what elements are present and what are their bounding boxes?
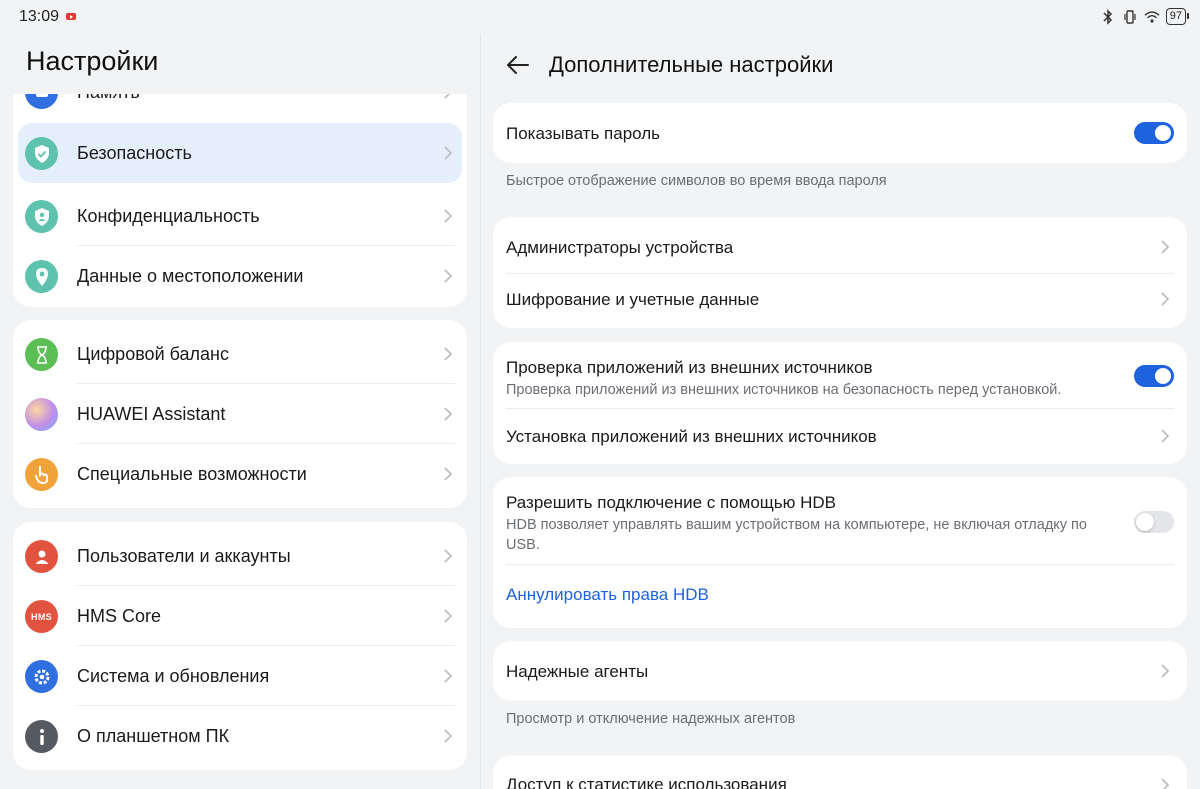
encryption-row[interactable]: Шифрование и учетные данные [493,273,1187,328]
sidebar-item-privacy[interactable]: Конфиденциальность [13,186,467,246]
sidebar-item-label: Специальные возможности [77,464,307,484]
external-sources-card: Проверка приложений из внешних источнико… [493,342,1187,464]
list-divider [506,564,1174,565]
sidebar-item-memory[interactable]: Память [13,94,467,122]
sidebar-item-label: Система и обновления [77,666,270,686]
settings-list[interactable]: Память Безопасность Конфиденциальность Д… [0,94,480,789]
shield-icon [25,137,58,170]
revoke-hdb-link[interactable]: Аннулировать права HDB [506,585,709,605]
trust-agents-row[interactable]: Надежные агенты [493,641,1187,701]
chevron-right-icon [444,729,453,743]
chevron-right-icon [444,269,453,283]
show-password-card: Показывать пароль [493,103,1187,163]
external-install-title: Установка приложений из внешних источник… [506,427,877,446]
device-admins-row[interactable]: Администраторы устройства [493,217,1187,273]
encryption-title: Шифрование и учетные данные [506,290,760,309]
trust-agents-title: Надежные агенты [506,662,649,681]
sidebar-item-label: Данные о местоположении [77,266,304,286]
sidebar-item-label: Конфиденциальность [77,206,260,226]
chevron-right-icon [444,94,451,99]
external-check-row[interactable]: Проверка приложений из внешних источнико… [493,342,1187,408]
hdb-card: Разрешить подключение с помощью HDB HDB … [493,477,1187,628]
back-arrow-icon[interactable] [505,52,531,78]
sidebar-item-digital-balance[interactable]: Цифровой баланс [13,324,467,384]
location-icon [25,260,58,293]
hdb-subtitle: HDB позволяет управлять вашим устройство… [506,517,1087,553]
trust-agents-caption: Просмотр и отключение надежных агентов [506,711,796,727]
settings-group-wellbeing: Цифровой баланс HUAWEI Assistant Специал… [13,320,467,508]
sidebar-item-accessibility[interactable]: Специальные возможности [13,444,467,504]
chevron-right-icon [444,146,453,160]
hms-badge-text: HMS [31,611,52,622]
youtube-notification-icon [66,13,76,20]
show-password-caption: Быстрое отображение символов во время вв… [506,173,887,189]
battery-indicator: 97 [1165,8,1190,25]
gear-icon [25,660,58,693]
external-check-title: Проверка приложений из внешних источнико… [506,358,873,377]
sidebar-item-location[interactable]: Данные о местоположении [13,246,467,306]
chevron-right-icon [444,407,453,421]
hourglass-icon [25,338,58,371]
chevron-right-icon [444,549,453,563]
trust-agents-card: Надежные агенты [493,641,1187,701]
external-check-subtitle: Проверка приложений из внешних источнико… [506,382,1062,398]
sidebar-item-label: HUAWEI Assistant [77,404,226,424]
memory-icon [25,94,58,109]
chevron-right-icon [444,347,453,361]
show-password-toggle[interactable] [1134,122,1174,144]
sidebar-item-huawei-assistant[interactable]: HUAWEI Assistant [13,384,467,444]
settings-group-system: Пользователи и аккаунты HMS HMS Core Сис… [13,522,467,770]
device-admins-title: Администраторы устройства [506,238,734,257]
status-icons: 97 [1100,8,1190,25]
sidebar-item-label: Память [77,94,140,103]
usage-access-title: Доступ к статистике использования [506,775,787,789]
sidebar-item-security[interactable]: Безопасность [18,123,462,183]
chevron-right-icon [444,669,453,683]
page-title: Дополнительные настройки [549,52,834,77]
chevron-right-icon [1161,429,1170,443]
usage-access-card: Доступ к статистике использования [493,755,1187,789]
user-icon [25,540,58,573]
info-icon [25,720,58,753]
sidebar-item-label: Цифровой баланс [77,344,229,364]
chevron-right-icon [444,209,453,223]
vibrate-icon [1122,9,1138,25]
device-security-card: Администраторы устройства Шифрование и у… [493,217,1187,328]
chevron-right-icon [444,467,453,481]
external-install-row[interactable]: Установка приложений из внешних источник… [493,408,1187,464]
chevron-right-icon [1161,240,1170,254]
bluetooth-icon [1100,8,1116,25]
hdb-toggle[interactable] [1134,511,1174,533]
chevron-right-icon [1161,292,1170,306]
sidebar-item-users[interactable]: Пользователи и аккаунты [13,526,467,586]
sidebar-item-label: Безопасность [77,143,192,163]
sidebar-item-about-tablet[interactable]: О планшетном ПК [13,706,467,766]
sidebar-item-label: HMS Core [77,606,162,626]
show-password-title: Показывать пароль [506,124,661,143]
sidebar-item-label: Пользователи и аккаунты [77,546,291,566]
settings-title: Настройки [26,46,159,76]
hms-icon: HMS [25,600,58,633]
chevron-right-icon [1161,664,1170,678]
external-check-toggle[interactable] [1134,365,1174,387]
assistant-icon [25,398,58,431]
pane-divider [480,34,481,789]
wifi-icon [1144,9,1160,25]
sidebar-item-system-updates[interactable]: Система и обновления [13,646,467,706]
chevron-right-icon [1161,778,1170,789]
usage-access-row[interactable]: Доступ к статистике использования [493,755,1187,789]
hdb-title: Разрешить подключение с помощью HDB [506,493,836,512]
chevron-right-icon [444,609,453,623]
status-time: 13:09 [19,8,60,25]
privacy-icon [25,200,58,233]
settings-group-security: Память Безопасность Конфиденциальность Д… [13,94,467,307]
sidebar-item-label: О планшетном ПК [77,726,230,746]
status-bar: 13:09 97 [0,0,1200,34]
hdb-row[interactable]: Разрешить подключение с помощью HDB HDB … [493,477,1187,564]
sidebar-item-hms-core[interactable]: HMS HMS Core [13,586,467,646]
show-password-row[interactable]: Показывать пароль [493,103,1187,163]
hand-icon [25,458,58,491]
